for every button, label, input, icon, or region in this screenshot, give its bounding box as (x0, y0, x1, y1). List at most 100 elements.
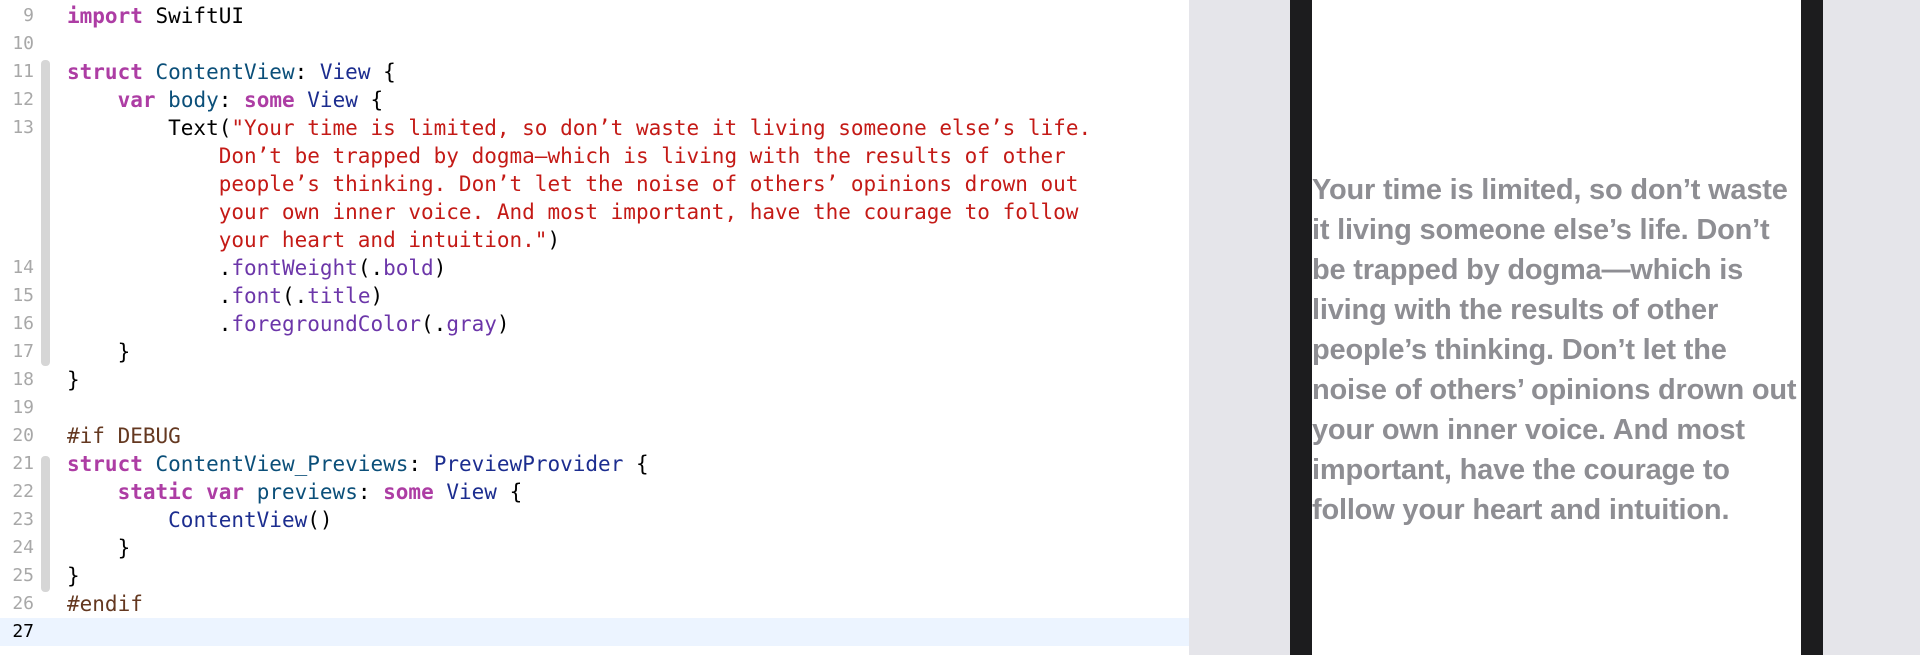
code-token: some (244, 88, 295, 112)
line-number: 20 (12, 425, 34, 446)
code-token: people’s thinking. Don’t let the noise o… (218, 172, 1079, 196)
code-line[interactable]: 23 ContentView() (0, 506, 1189, 534)
line-number: 25 (12, 565, 34, 586)
code-token: some (383, 480, 434, 504)
code-line[interactable]: 15 .font(.title) (0, 282, 1189, 310)
code-token: gray (446, 312, 497, 336)
code-text: .fontWeight(.bold) (67, 254, 447, 282)
line-number: 17 (12, 341, 34, 362)
line-number: 21 (12, 453, 34, 474)
code-line[interactable]: 10 (0, 30, 1189, 58)
code-line[interactable]: 11 struct ContentView: View { (0, 58, 1189, 86)
code-line[interactable]: 21 struct ContentView_Previews: PreviewPr… (0, 450, 1189, 478)
code-line[interactable]: 25} (0, 562, 1189, 590)
code-token: Text( (67, 116, 232, 140)
code-line[interactable]: 16 .foregroundColor(.gray) (0, 310, 1189, 338)
code-text: struct ContentView_Previews: PreviewProv… (67, 450, 649, 478)
line-number: 26 (12, 593, 34, 614)
code-token: bold (383, 256, 434, 280)
code-text: static var previews: some View { (67, 478, 523, 506)
code-line[interactable]: 12 var body: some View { (0, 86, 1189, 114)
code-editor[interactable]: 9 import SwiftUI 10 11 struct ContentView: V… (0, 0, 1189, 655)
code-token: #endif (67, 592, 143, 616)
code-token: SwiftUI (142, 4, 245, 28)
device-screen[interactable]: Your time is limited, so don’t waste it … (1312, 0, 1801, 655)
code-line[interactable]: 17 } (0, 338, 1189, 366)
code-token: : (218, 88, 245, 112)
code-text: your own inner voice. And most important… (67, 198, 1079, 226)
code-token: your heart and intuition." (218, 228, 548, 252)
code-token: fontWeight (231, 256, 358, 280)
code-token: ) (496, 312, 510, 336)
code-line[interactable]: 14 .fontWeight(.bold) (0, 254, 1189, 282)
code-token: your own inner voice. And most important… (218, 200, 1079, 224)
code-token: } (67, 368, 80, 392)
code-line[interactable]: 26 #endif (0, 590, 1189, 618)
code-token: title (307, 284, 371, 308)
code-line[interactable]: your own inner voice. And most important… (0, 198, 1189, 226)
code-text: } (67, 534, 131, 562)
code-token: struct (67, 452, 143, 476)
code-token: . (67, 284, 232, 308)
code-token: ) (370, 284, 384, 308)
code-token: "Your time is limited, so don’t waste it… (231, 116, 1092, 140)
code-text: } (67, 562, 80, 590)
code-text: Text("Your time is limited, so don’t was… (67, 114, 1091, 142)
code-line[interactable]: Don’t be trapped by dogma—which is livin… (0, 142, 1189, 170)
code-token: } (67, 340, 131, 364)
line-number: 18 (12, 369, 34, 390)
code-text: var body: some View { (67, 86, 384, 114)
line-number: 15 (12, 285, 34, 306)
code-line[interactable]: 27 (0, 618, 1189, 646)
code-line[interactable]: 13 Text("Your time is limited, so don’t … (0, 114, 1189, 142)
code-token: (. (421, 312, 447, 336)
code-token: () (307, 508, 333, 532)
code-token: View (307, 88, 358, 112)
code-line[interactable]: 18} (0, 366, 1189, 394)
preview-text: Your time is limited, so don’t waste it … (1312, 174, 1797, 526)
code-line[interactable]: 19 (0, 394, 1189, 422)
code-line[interactable]: 20 #if DEBUG (0, 422, 1189, 450)
code-text: ContentView() (67, 506, 333, 534)
line-number: 27 (12, 621, 34, 642)
code-token: } (67, 536, 131, 560)
line-number: 22 (12, 481, 34, 502)
code-token: font (231, 284, 282, 308)
code-line[interactable]: 22 static var previews: some View { (0, 478, 1189, 506)
code-token: { (357, 88, 384, 112)
line-number: 10 (12, 33, 34, 54)
code-token: ContentView (155, 60, 295, 84)
line-number: 24 (12, 537, 34, 558)
code-line[interactable]: your heart and intuition.") (0, 226, 1189, 254)
code-token: : (408, 452, 434, 476)
code-token: previews (256, 480, 358, 504)
code-line[interactable]: people’s thinking. Don’t let the noise o… (0, 170, 1189, 198)
code-line[interactable]: 9 import SwiftUI (0, 2, 1189, 30)
code-line[interactable]: 24 } (0, 534, 1189, 562)
line-number: 23 (12, 509, 34, 530)
code-token: #if DEBUG (67, 424, 181, 448)
code-text: .font(.title) (67, 282, 383, 310)
code-token: ContentView (168, 508, 308, 532)
code-token: . (67, 312, 232, 336)
line-number: 13 (12, 117, 34, 138)
code-token: (. (357, 256, 384, 280)
code-token: var (206, 480, 245, 504)
code-text: } (67, 338, 131, 366)
line-number: 16 (12, 313, 34, 334)
code-token: var (117, 88, 156, 112)
code-token: (. (281, 284, 308, 308)
line-number: 11 (12, 61, 34, 82)
code-text: import SwiftUI (67, 2, 244, 30)
code-token: : (294, 60, 320, 84)
code-token: struct (67, 60, 143, 84)
